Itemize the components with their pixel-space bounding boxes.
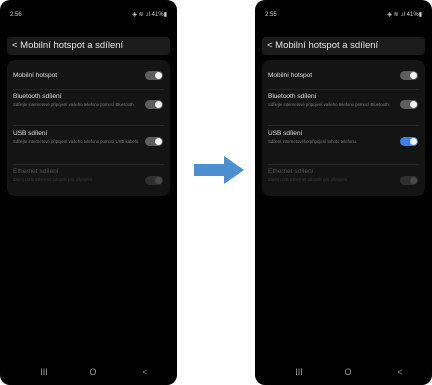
row-title: Bluetooth sdílení <box>268 93 317 100</box>
row-desc: Zapoj USB Ethernet adaptér pro připojení… <box>13 177 94 182</box>
toggle-knob <box>155 177 162 184</box>
home-button[interactable]: O <box>338 365 358 379</box>
row-desc: Sdílejte internetové připojení vašeho te… <box>13 139 140 144</box>
recent-apps-button[interactable]: III <box>289 365 309 379</box>
recent-apps-button[interactable]: III <box>34 365 54 379</box>
usb-sharing-toggle[interactable] <box>400 137 418 146</box>
ethernet-sharing-toggle <box>400 176 418 185</box>
divider <box>13 164 164 165</box>
status-icons: ◈ ≋ .ıl 41%▮ <box>387 12 422 18</box>
status-time: 2:55 <box>265 12 277 18</box>
page-title[interactable]: < Mobilní hotspot a sdílení <box>262 37 425 55</box>
home-button[interactable]: O <box>83 365 103 379</box>
navigation-bar: III O < <box>255 365 432 379</box>
row-title: USB sdílení <box>268 130 303 137</box>
divider <box>268 164 419 165</box>
divider <box>268 125 419 126</box>
divider <box>13 89 164 90</box>
row-title: USB sdílení <box>13 130 48 137</box>
phone-screen-before: 2:56 ◈ ≋ .ıl 41%▮ < Mobilní hotspot a sd… <box>0 0 177 385</box>
toggle-knob <box>410 72 417 79</box>
toggle-knob <box>410 177 417 184</box>
row-bluetooth-sharing[interactable]: Bluetooth sdílení Sdílejte internetové p… <box>262 93 425 123</box>
row-title: Mobilní hotspot <box>13 72 58 79</box>
row-usb-sharing[interactable]: USB sdílení Sdílejte internetové připoje… <box>7 130 170 160</box>
right-arrow-icon <box>194 156 244 184</box>
row-desc: Sdílejte internetové připojení vašeho te… <box>268 102 390 107</box>
toggle-knob <box>155 72 162 79</box>
navigation-bar: III O < <box>0 365 177 379</box>
settings-card: Mobilní hotspot Bluetooth sdílení Sdílej… <box>262 60 425 196</box>
row-desc: Sdílení internetového připojení tohoto t… <box>268 139 358 144</box>
row-desc: Zapoj USB Ethernet adaptér pro připojení… <box>268 177 349 182</box>
bluetooth-sharing-toggle[interactable] <box>400 100 418 109</box>
toggle-knob <box>410 138 417 145</box>
row-desc: Sdílejte internetové připojení vašeho te… <box>13 102 135 107</box>
bluetooth-sharing-toggle[interactable] <box>145 100 163 109</box>
status-bar: 2:55 ◈ ≋ .ıl 41%▮ <box>265 10 422 20</box>
toggle-knob <box>155 101 162 108</box>
toggle-knob <box>410 101 417 108</box>
status-icons: ◈ ≋ .ıl 41%▮ <box>132 12 167 18</box>
mobile-hotspot-toggle[interactable] <box>145 71 163 80</box>
ethernet-sharing-toggle <box>145 176 163 185</box>
status-time: 2:56 <box>10 12 22 18</box>
mobile-hotspot-toggle[interactable] <box>400 71 418 80</box>
row-title: Ethernet sdílení <box>268 168 314 175</box>
back-button[interactable]: < <box>390 365 410 379</box>
settings-card: Mobilní hotspot Bluetooth sdílení Sdílej… <box>7 60 170 196</box>
status-bar: 2:56 ◈ ≋ .ıl 41%▮ <box>10 10 167 20</box>
row-bluetooth-sharing[interactable]: Bluetooth sdílení Sdílejte internetové p… <box>7 93 170 123</box>
row-ethernet-sharing: Ethernet sdílení Zapoj USB Ethernet adap… <box>7 168 170 192</box>
row-title: Bluetooth sdílení <box>13 93 62 100</box>
back-button[interactable]: < <box>135 365 155 379</box>
row-title: Ethernet sdílení <box>13 168 59 175</box>
divider <box>13 125 164 126</box>
phone-screen-after: 2:55 ◈ ≋ .ıl 41%▮ < Mobilní hotspot a sd… <box>255 0 432 385</box>
row-mobile-hotspot[interactable]: Mobilní hotspot <box>262 68 425 88</box>
usb-sharing-toggle[interactable] <box>145 137 163 146</box>
row-mobile-hotspot[interactable]: Mobilní hotspot <box>7 68 170 88</box>
row-ethernet-sharing: Ethernet sdílení Zapoj USB Ethernet adap… <box>262 168 425 192</box>
toggle-knob <box>155 138 162 145</box>
row-title: Mobilní hotspot <box>268 72 313 79</box>
divider <box>268 89 419 90</box>
page-title[interactable]: < Mobilní hotspot a sdílení <box>7 37 170 55</box>
row-usb-sharing[interactable]: USB sdílení Sdílení internetového připoj… <box>262 130 425 160</box>
